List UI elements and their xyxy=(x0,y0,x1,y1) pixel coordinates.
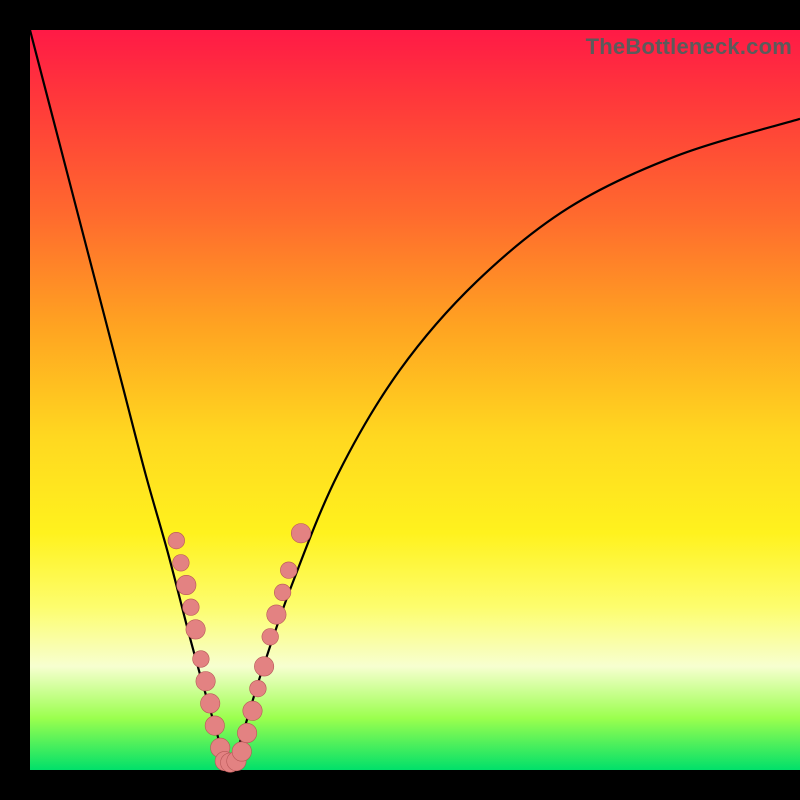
data-marker xyxy=(262,629,279,646)
data-marker xyxy=(205,716,224,735)
chart-frame: TheBottleneck.com xyxy=(0,0,800,800)
data-marker xyxy=(267,605,286,624)
data-marker xyxy=(183,599,200,616)
data-marker xyxy=(193,651,210,668)
data-marker xyxy=(173,555,190,572)
data-marker xyxy=(250,680,267,697)
data-marker xyxy=(243,701,262,720)
data-marker xyxy=(196,672,215,691)
data-marker xyxy=(237,723,256,742)
plot-area: TheBottleneck.com xyxy=(30,30,800,770)
data-marker xyxy=(280,562,297,579)
data-marker xyxy=(168,532,185,549)
data-marker xyxy=(177,575,196,594)
curve-svg xyxy=(30,30,800,770)
data-marker xyxy=(232,742,251,761)
bottleneck-curve xyxy=(30,30,800,764)
data-marker xyxy=(291,524,310,543)
data-marker xyxy=(186,620,205,639)
data-markers xyxy=(168,524,311,773)
data-marker xyxy=(201,694,220,713)
data-marker xyxy=(254,657,273,676)
data-marker xyxy=(274,584,291,601)
